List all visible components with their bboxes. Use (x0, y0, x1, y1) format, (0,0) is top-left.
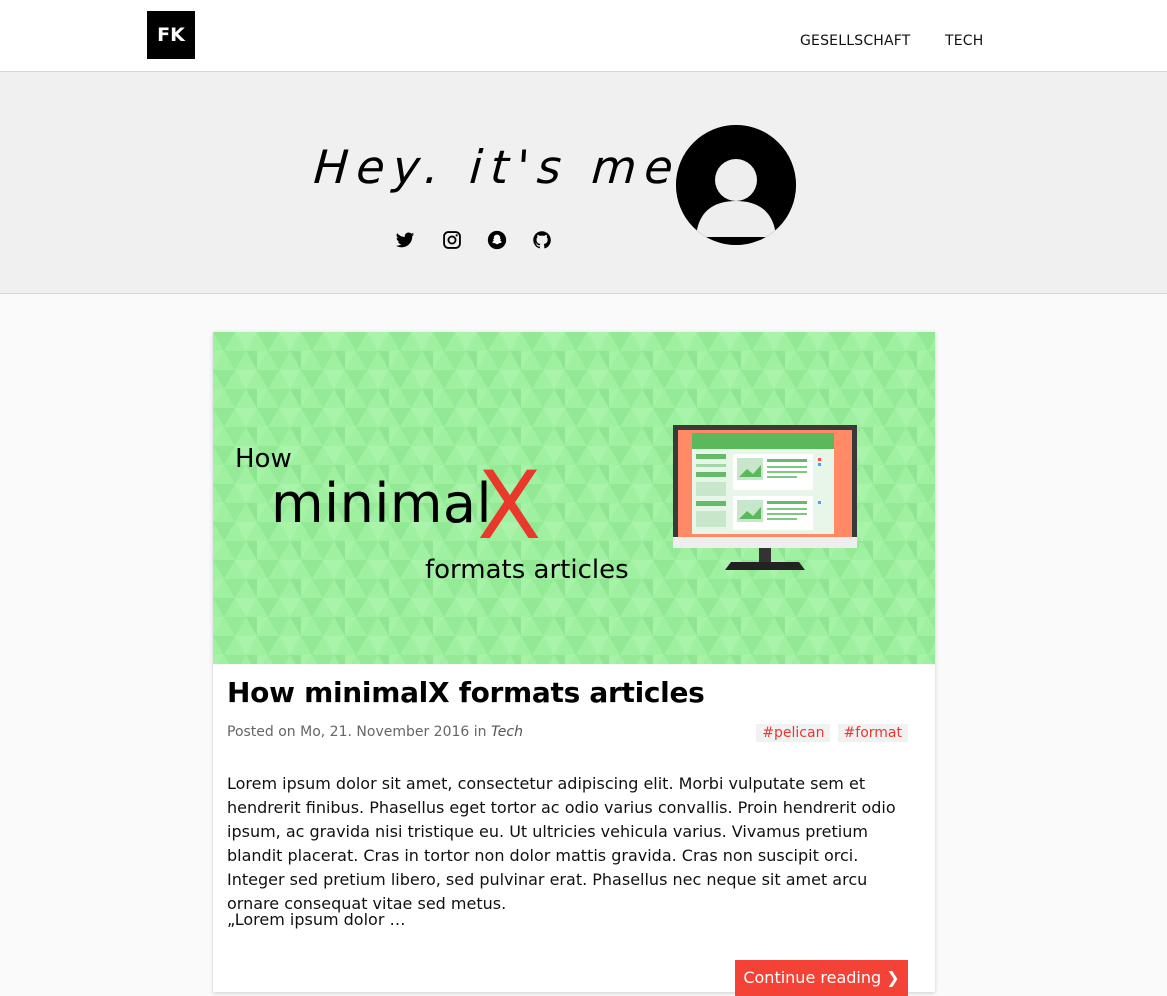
instagram-icon[interactable] (442, 230, 462, 250)
meta-prefix: Posted on (227, 724, 301, 740)
post-meta: Posted on Mo, 21. November 2016 in Tech (227, 724, 523, 740)
twitter-icon[interactable] (395, 230, 415, 250)
banner-text-x: X (477, 452, 542, 561)
banner-text-minimal: minimal (271, 472, 493, 535)
banner-text-formats: formats articles (425, 555, 629, 585)
hero-title: Hey. it's me (312, 140, 683, 194)
post-tags: #pelican #format (754, 722, 908, 742)
tag-pelican[interactable]: #pelican (756, 724, 831, 742)
top-navigation: FK GESELLSCHAFT TECH (0, 0, 1167, 72)
snapchat-icon[interactable] (487, 230, 507, 250)
meta-in: in (469, 724, 491, 740)
post-banner-image[interactable]: How minimal X formats articles (213, 332, 935, 664)
monitor-illustration-icon (673, 425, 857, 570)
post-card: How minimal X formats articles How minim… (213, 332, 935, 996)
post-date: Mo, 21. November 2016 (300, 724, 470, 740)
hero-section: Hey. it's me (0, 72, 1167, 294)
nav-link-gesellschaft[interactable]: GESELLSCHAFT (800, 33, 911, 49)
post-title[interactable]: How minimalX formats articles (227, 676, 705, 709)
avatar (676, 125, 796, 245)
continue-reading-button[interactable]: Continue reading ❯ (735, 960, 908, 996)
site-logo[interactable]: FK (147, 11, 195, 59)
nav-link-tech[interactable]: TECH (945, 33, 984, 49)
banner-text-how: How (235, 444, 292, 474)
post-body: Lorem ipsum dolor sit amet, consectetur … (227, 774, 896, 913)
github-icon[interactable] (532, 230, 552, 250)
tag-format[interactable]: #format (837, 724, 908, 742)
post-excerpt: „Lorem ipsum dolor … (227, 910, 406, 929)
post-category-link[interactable]: Tech (491, 724, 523, 740)
